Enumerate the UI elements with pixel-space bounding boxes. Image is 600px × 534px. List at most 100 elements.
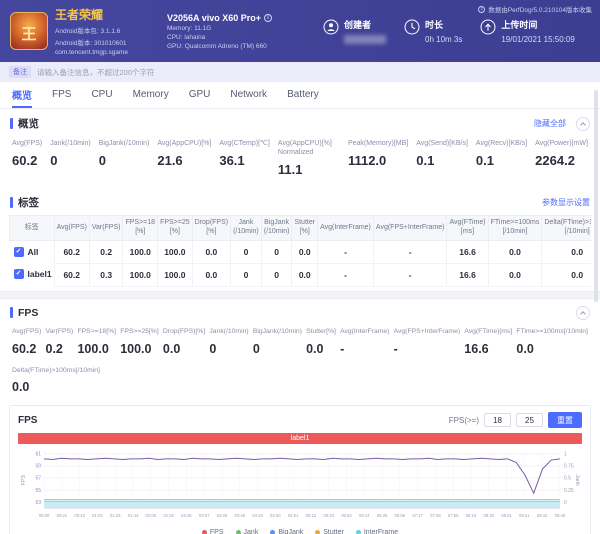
metric-value: 60.2 bbox=[12, 153, 42, 168]
column-header[interactable]: Drop(FPS) [%] bbox=[192, 216, 230, 241]
param-settings-link[interactable]: 参数显示设置 bbox=[542, 197, 590, 208]
section-accent-bar bbox=[10, 197, 13, 208]
column-header[interactable]: FPS>=18 [%] bbox=[123, 216, 158, 241]
section-accent-bar bbox=[10, 307, 13, 318]
table-cell: 100.0 bbox=[123, 263, 158, 286]
svg-text:03:49: 03:49 bbox=[234, 514, 245, 519]
reset-button[interactable]: 重置 bbox=[548, 412, 582, 428]
tab-GPU[interactable]: GPU bbox=[189, 82, 211, 108]
page-scrollbar[interactable] bbox=[594, 90, 598, 302]
row-checkbox[interactable]: ✓ bbox=[14, 247, 24, 257]
info-icon[interactable] bbox=[264, 14, 272, 22]
table-cell: 0.3 bbox=[89, 263, 123, 286]
metric-avg-ftime-ms: Avg(FTime)[ms]16.6 bbox=[464, 328, 512, 356]
metric-jank-10min: Jank(/10min)0 bbox=[50, 139, 90, 177]
tab-Network[interactable]: Network bbox=[230, 82, 267, 108]
tab-CPU[interactable]: CPU bbox=[91, 82, 112, 108]
metric-value: 0.1 bbox=[416, 153, 468, 168]
metric-value: 0.0 bbox=[163, 342, 205, 356]
svg-text:FPS: FPS bbox=[21, 475, 27, 486]
fps-metrics-row-2: Delta(FTime)>100ms[/10min]0.0 bbox=[0, 367, 600, 404]
metric-delta-ftime-100ms-10min: Delta(FTime)>100ms[/10min]0.0 bbox=[12, 367, 100, 395]
legend-label: FPS bbox=[210, 529, 224, 534]
legend-item-jank[interactable]: Jank bbox=[236, 529, 259, 534]
collapse-overview-button[interactable] bbox=[576, 117, 590, 131]
legend-dot bbox=[356, 530, 361, 534]
label-banner: label1 bbox=[18, 433, 582, 444]
metric-label: BigJank(/10min) bbox=[99, 139, 150, 148]
column-header[interactable]: Var(FPS) bbox=[89, 216, 123, 241]
table-cell: 100.0 bbox=[158, 240, 193, 263]
column-header[interactable]: Avg(FTime) [ms] bbox=[447, 216, 488, 241]
column-header[interactable]: Avg(FPS+InterFrame) bbox=[373, 216, 447, 241]
metric-value: 60.2 bbox=[12, 342, 41, 356]
fps-threshold-label: FPS(>=) bbox=[449, 416, 479, 425]
legend-item-fps[interactable]: FPS bbox=[202, 529, 224, 534]
svg-text:57: 57 bbox=[36, 476, 42, 482]
tab-Memory[interactable]: Memory bbox=[133, 82, 169, 108]
svg-text:06:35: 06:35 bbox=[377, 514, 388, 519]
metric-fps-18: FPS>=18[%]100.0 bbox=[77, 328, 116, 356]
chevron-up-icon bbox=[580, 311, 586, 317]
row-label: label1 bbox=[28, 269, 52, 279]
svg-text:00:42: 00:42 bbox=[74, 514, 85, 519]
column-header[interactable]: Stutter [%] bbox=[292, 216, 318, 241]
upload-time-label: 上传时间 bbox=[501, 18, 574, 31]
metric-ftime-100ms-10min: FTime>=100ms[/10min]0.0 bbox=[516, 328, 588, 356]
creator-name-redacted bbox=[344, 35, 386, 44]
duration-label: 时长 bbox=[425, 18, 462, 31]
metric-drop-fps: Drop(FPS)[%]0.0 bbox=[163, 328, 205, 356]
metric-label: Stutter[%] bbox=[306, 328, 336, 337]
hide-all-link[interactable]: 隐藏全部 bbox=[534, 118, 566, 129]
upload-time-block: 上传时间 19/01/2021 15:50:09 bbox=[480, 18, 574, 44]
column-header[interactable]: Avg(InterFrame) bbox=[318, 216, 374, 241]
legend-item-bigjank[interactable]: BigJank bbox=[270, 529, 303, 534]
svg-text:00:00: 00:00 bbox=[39, 514, 50, 519]
remark-text: 请输入备注信息，不超过200个字符 bbox=[37, 67, 155, 78]
perfdog-report-page: 王者荣耀 Android版本包: 3.1.1.6 Android版本: 3010… bbox=[0, 0, 600, 534]
table-cell: 0 bbox=[231, 263, 262, 286]
column-header[interactable]: BigJank (/10min) bbox=[261, 216, 292, 241]
table-cell: 100.0 bbox=[158, 263, 193, 286]
metric-label: FPS>=18[%] bbox=[77, 328, 116, 337]
svg-text:05:54: 05:54 bbox=[341, 514, 352, 519]
table-cell: 0.2 bbox=[89, 240, 123, 263]
column-header[interactable]: FPS>=25 [%] bbox=[158, 216, 193, 241]
tab-Battery[interactable]: Battery bbox=[287, 82, 319, 108]
legend-label: Jank bbox=[244, 529, 259, 534]
column-header[interactable]: Delta(FTime)>100ms [/10min] bbox=[542, 216, 591, 241]
game-package-name: com.tencent.tmgp.sgame bbox=[55, 49, 167, 56]
tab-概览[interactable]: 概览 bbox=[12, 82, 32, 108]
column-header[interactable]: Avg(FPS) bbox=[54, 216, 89, 241]
fps-threshold-input-2[interactable] bbox=[516, 413, 543, 427]
column-header[interactable]: Jank (/10min) bbox=[231, 216, 262, 241]
remark-bar[interactable]: 备注 请输入备注信息，不超过200个字符 bbox=[0, 62, 600, 82]
fps-line-chart[interactable]: 00:0000:2100:4201:0201:2301:4402:0502:26… bbox=[18, 446, 582, 526]
collect-note-text: 数据由PerfDog/5.0.210104版本收集 bbox=[488, 4, 592, 14]
svg-text:05:12: 05:12 bbox=[306, 514, 317, 519]
svg-text:03:28: 03:28 bbox=[217, 514, 228, 519]
table-row: ✓label160.20.3100.0100.00.0000.0--16.60.… bbox=[10, 263, 592, 286]
legend-item-stutter[interactable]: Stutter bbox=[315, 529, 344, 534]
metric-value: 0 bbox=[99, 153, 150, 168]
tab-FPS[interactable]: FPS bbox=[52, 82, 71, 108]
svg-text:08:40: 08:40 bbox=[483, 514, 494, 519]
row-checkbox[interactable]: ✓ bbox=[14, 269, 24, 279]
legend-label: BigJank bbox=[278, 529, 303, 534]
metric-value: 0.0 bbox=[12, 380, 100, 394]
legend-item-interframe[interactable]: InterFrame bbox=[356, 529, 398, 534]
collapse-fps-button[interactable] bbox=[576, 306, 590, 320]
column-header[interactable]: FTime>=100ms [/10min] bbox=[488, 216, 542, 241]
svg-text:02:26: 02:26 bbox=[163, 514, 174, 519]
table-cell: 60.2 bbox=[54, 240, 89, 263]
fps-threshold-input-1[interactable] bbox=[484, 413, 511, 427]
fps-title: FPS bbox=[18, 307, 38, 319]
svg-text:01:44: 01:44 bbox=[128, 514, 139, 519]
table-cell: 16.6 bbox=[447, 240, 488, 263]
metric-label: Avg(AppCPU)[%] bbox=[157, 139, 211, 148]
remark-badge: 备注 bbox=[9, 66, 31, 78]
column-header[interactable]: 标签 bbox=[10, 216, 55, 241]
metric-avg-recv-kb-s: Avg(Recv)[KB/s]0.1 bbox=[476, 139, 527, 177]
metric-label: Avg(FPS) bbox=[12, 139, 42, 148]
row-name-cell: ✓ label1 bbox=[10, 263, 54, 285]
